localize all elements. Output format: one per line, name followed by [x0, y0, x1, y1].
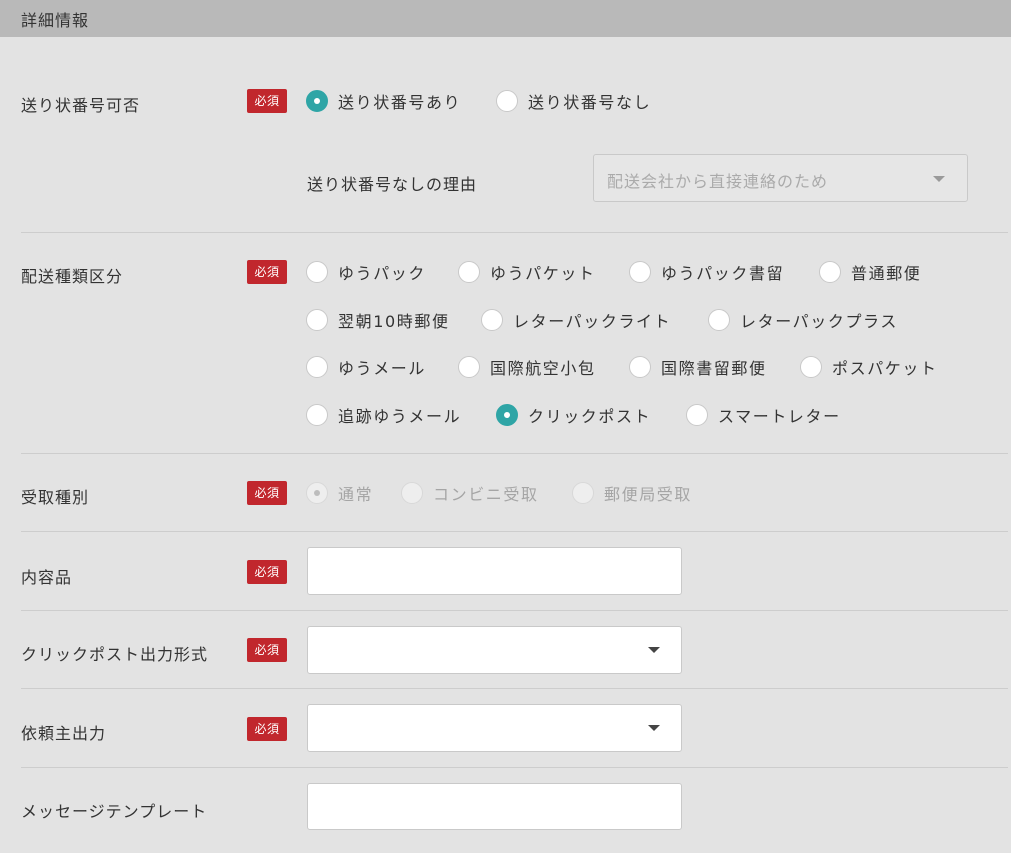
- radio-receipt-convenience[interactable]: コンビニ受取: [401, 481, 539, 505]
- radio-label: 普通郵便: [851, 264, 922, 283]
- radio-label: 郵便局受取: [604, 485, 693, 504]
- divider: [21, 767, 1008, 768]
- sender-output-select[interactable]: [307, 704, 682, 752]
- divider: [21, 232, 1008, 233]
- contents-input[interactable]: [308, 548, 681, 594]
- radio-clickpost[interactable]: クリックポスト: [496, 403, 651, 427]
- required-badge: 必須: [247, 89, 287, 113]
- tracking-reason-select[interactable]: 配送会社から直接連絡のため: [593, 154, 968, 202]
- radio-tracking-no[interactable]: 送り状番号なし: [496, 89, 651, 113]
- required-badge: 必須: [247, 560, 287, 584]
- radio-label: 送り状番号あり: [338, 93, 462, 112]
- divider: [21, 610, 1008, 611]
- radio-intl-air-parcel[interactable]: 国際航空小包: [458, 355, 596, 379]
- divider: [21, 688, 1008, 689]
- required-badge: 必須: [247, 717, 287, 741]
- message-template-field[interactable]: [307, 783, 682, 830]
- radio-label: コンビニ受取: [433, 485, 539, 504]
- divider: [21, 453, 1008, 454]
- sender-output-label: 依頼主出力: [21, 724, 107, 743]
- radio-unchecked-icon: [306, 261, 328, 283]
- divider: [21, 531, 1008, 532]
- radio-unchecked-icon: [306, 404, 328, 426]
- radio-label: ゆうパケット: [490, 264, 596, 283]
- radio-unchecked-icon: [458, 356, 480, 378]
- radio-unchecked-icon: [458, 261, 480, 283]
- radio-yupack-registered[interactable]: ゆうパック書留: [629, 260, 784, 284]
- tracking-reason-label: 送り状番号なしの理由: [307, 175, 478, 194]
- caret-down-icon: [648, 725, 660, 731]
- radio-unchecked-icon: [306, 309, 328, 331]
- radio-label: スマートレター: [718, 407, 841, 426]
- radio-label: ポスパケット: [832, 359, 938, 378]
- radio-unchecked-icon: [496, 90, 518, 112]
- radio-unchecked-icon: [800, 356, 822, 378]
- radio-letterpack-plus[interactable]: レターパックプラス: [708, 308, 898, 332]
- radio-label: 通常: [338, 485, 374, 504]
- radio-label: 国際書留郵便: [661, 359, 767, 378]
- receipt-type-label: 受取種別: [21, 488, 90, 507]
- radio-smart-letter[interactable]: スマートレター: [686, 403, 841, 427]
- clickpost-format-select[interactable]: [307, 626, 682, 674]
- radio-label: 送り状番号なし: [528, 93, 652, 112]
- clickpost-format-label: クリックポスト出力形式: [21, 645, 209, 664]
- radio-unchecked-icon: [401, 482, 423, 504]
- radio-tracked-yumail[interactable]: 追跡ゆうメール: [306, 403, 461, 427]
- radio-label: レターパックプラス: [740, 312, 898, 331]
- radio-unchecked-icon: [306, 356, 328, 378]
- radio-unchecked-icon: [481, 309, 503, 331]
- radio-unchecked-icon: [629, 261, 651, 283]
- radio-label: 追跡ゆうメール: [338, 407, 462, 426]
- radio-label: ゆうパック書留: [661, 264, 785, 283]
- tracking-label: 送り状番号可否: [21, 96, 141, 115]
- radio-label: 国際航空小包: [490, 359, 596, 378]
- radio-receipt-normal[interactable]: 通常: [306, 481, 373, 505]
- radio-unchecked-icon: [572, 482, 594, 504]
- radio-intl-registered[interactable]: 国際書留郵便: [629, 355, 767, 379]
- contents-label: 内容品: [21, 568, 73, 587]
- radio-yupack[interactable]: ゆうパック: [306, 260, 426, 284]
- message-template-input[interactable]: [308, 784, 681, 829]
- required-badge: 必須: [247, 638, 287, 662]
- radio-letterpack-light[interactable]: レターパックライト: [481, 308, 671, 332]
- radio-label: レターパックライト: [513, 312, 672, 331]
- radio-checked-icon: [496, 404, 518, 426]
- caret-down-icon: [933, 176, 945, 182]
- message-template-label: メッセージテンプレート: [21, 802, 208, 821]
- caret-down-icon: [648, 647, 660, 653]
- radio-label: クリックポスト: [528, 407, 652, 426]
- radio-unchecked-icon: [708, 309, 730, 331]
- radio-unchecked-icon: [819, 261, 841, 283]
- shipping-type-label: 配送種類区分: [21, 267, 124, 286]
- required-badge: 必須: [247, 481, 287, 505]
- radio-pospacket[interactable]: ポスパケット: [800, 355, 938, 379]
- radio-label: ゆうパック: [338, 264, 427, 283]
- radio-checked-icon: [306, 482, 328, 504]
- radio-receipt-post-office[interactable]: 郵便局受取: [572, 481, 692, 505]
- radio-label: 翌朝10時郵便: [338, 312, 450, 331]
- section-title: 詳細情報: [21, 11, 90, 30]
- radio-unchecked-icon: [686, 404, 708, 426]
- required-badge: 必須: [247, 260, 287, 284]
- section-header: 詳細情報: [0, 0, 1011, 37]
- radio-yumail[interactable]: ゆうメール: [306, 355, 426, 379]
- radio-unchecked-icon: [629, 356, 651, 378]
- radio-next-morning[interactable]: 翌朝10時郵便: [306, 308, 450, 332]
- radio-tracking-yes[interactable]: 送り状番号あり: [306, 89, 461, 113]
- radio-regular-mail[interactable]: 普通郵便: [819, 260, 921, 284]
- radio-label: ゆうメール: [338, 359, 427, 378]
- radio-checked-icon: [306, 90, 328, 112]
- contents-field[interactable]: [307, 547, 682, 595]
- tracking-reason-value: 配送会社から直接連絡のため: [607, 172, 829, 191]
- radio-yupacket[interactable]: ゆうパケット: [458, 260, 596, 284]
